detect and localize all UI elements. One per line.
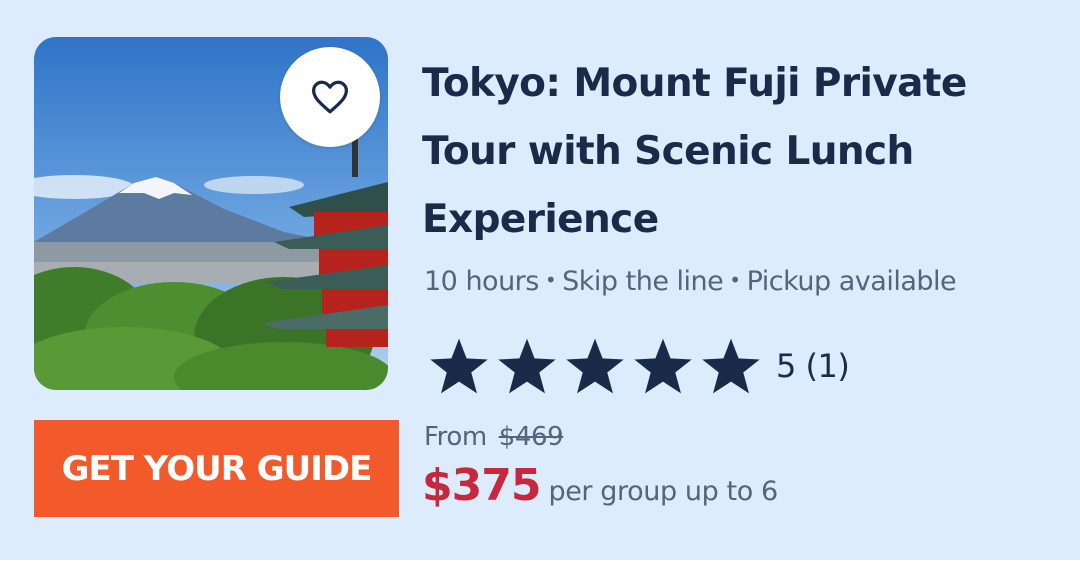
skip-line-text: Skip the line [562,266,724,297]
star-icon [498,338,556,394]
favorite-button[interactable] [280,47,380,147]
meta-separator: • [729,268,741,292]
getyourguide-logo: GET YOUR GUIDE [34,420,399,517]
rating-label: 5 (1) [776,347,850,385]
price-row: $375 per group up to 6 [422,460,778,511]
tour-meta: 10 hours • Skip the line • Pickup available [424,266,957,297]
from-label: From [424,422,487,452]
price-unit: per group up to 6 [548,476,778,507]
star-icon [702,338,760,394]
star-icon [566,338,624,394]
star-icon [634,338,692,394]
tour-title[interactable]: Tokyo: Mount Fuji Private Tour with Scen… [422,50,1062,254]
duration-text: 10 hours [424,266,539,297]
price-from: From $469 [424,422,564,452]
tour-card[interactable]: GET YOUR GUIDE Tokyo: Mount Fuji Private… [0,0,1080,560]
pickup-text: Pickup available [746,266,957,297]
original-price: $469 [498,422,564,452]
star-icon [430,338,488,394]
current-price: $375 [422,460,541,511]
meta-separator: • [544,268,557,292]
rating: 5 (1) [426,336,850,396]
star-rating [426,336,764,396]
heart-outline-icon [312,80,348,114]
brand-name: GET YOUR GUIDE [61,448,373,489]
